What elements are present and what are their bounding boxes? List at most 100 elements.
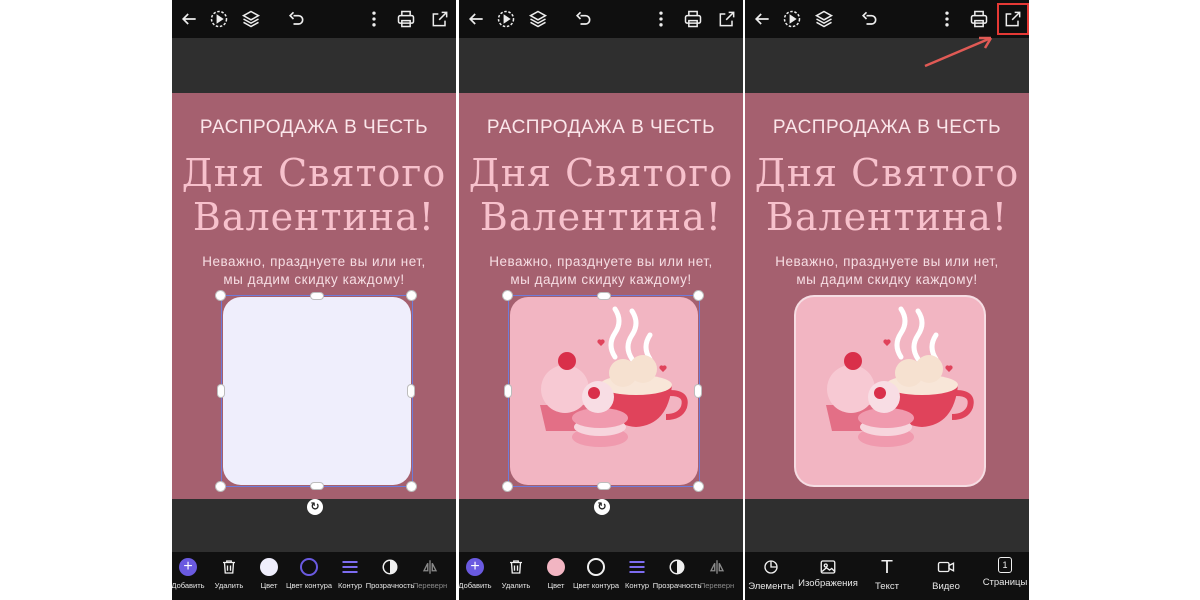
dessert-illustration [826, 306, 974, 447]
top-toolbar [459, 0, 743, 38]
design-canvas[interactable]: РАСПРОДАЖА В ЧЕСТЬ Дня Святого Валентина… [459, 93, 743, 499]
elements-button[interactable]: Элементы [747, 557, 795, 597]
subtitle-line-2: мы дадим скидку каждому! [510, 272, 692, 287]
resize-handle[interactable] [503, 482, 512, 491]
resize-handle[interactable] [311, 293, 323, 299]
dessert-image-frame[interactable] [510, 297, 698, 485]
outline-label: Контур [624, 581, 650, 590]
video-button[interactable]: Видео [922, 557, 970, 597]
resize-handle[interactable] [503, 291, 512, 300]
design-canvas[interactable]: РАСПРОДАЖА В ЧЕСТЬ Дня Святого Валентина… [172, 93, 456, 499]
flip-icon [420, 557, 440, 577]
subtitle-text[interactable]: Неважно, празднуете вы или нет, мы дадим… [172, 253, 456, 289]
resize-handle[interactable] [598, 483, 610, 489]
plus-icon: + [466, 558, 484, 576]
more-icon[interactable] [649, 7, 673, 31]
resize-handle[interactable] [216, 482, 225, 491]
undo-icon[interactable] [284, 7, 308, 31]
outline-color-swatch-icon [300, 558, 318, 576]
headline-line-2: Дня Святого [181, 151, 447, 195]
lines-icon [627, 557, 647, 577]
screen-panel-1: РАСПРОДАЖА В ЧЕСТЬ Дня Святого Валентина… [172, 0, 456, 600]
resize-handle[interactable] [216, 291, 225, 300]
resize-handle[interactable] [407, 482, 416, 491]
layers-icon[interactable] [239, 7, 263, 31]
images-button[interactable]: Изображения [798, 557, 858, 597]
share-icon[interactable] [428, 7, 452, 31]
video-camera-icon [936, 557, 956, 577]
pages-button[interactable]: 1 Страницы [981, 557, 1029, 597]
flip-label: Переверн [412, 581, 448, 590]
subtitle-line-1: Неважно, празднуете вы или нет, [489, 254, 713, 269]
flip-icon [707, 557, 727, 577]
back-arrow-icon[interactable] [464, 7, 488, 31]
subtitle-text[interactable]: Неважно, празднуете вы или нет, мы дадим… [459, 253, 743, 289]
headline-title[interactable]: Дня Святого Валентина! [459, 151, 743, 239]
layers-icon[interactable] [526, 7, 550, 31]
half-circle-icon [667, 557, 687, 577]
outline-label: Контур [337, 581, 363, 590]
print-icon[interactable] [681, 7, 705, 31]
edit-toolbar: + Добавить Удалить Цвет Цвет контура Кон… [459, 552, 743, 600]
color-swatch-icon [260, 558, 278, 576]
headline-line-1[interactable]: РАСПРОДАЖА В ЧЕСТЬ [172, 117, 456, 139]
resize-handle[interactable] [407, 291, 416, 300]
resize-handle[interactable] [408, 385, 414, 397]
play-icon[interactable] [494, 7, 518, 31]
subtitle-line-2: мы дадим скидку каждому! [796, 272, 978, 287]
more-icon[interactable] [362, 7, 386, 31]
dessert-image-frame[interactable] [796, 297, 984, 485]
screen-panel-3: РАСПРОДАЖА В ЧЕСТЬ Дня Святого Валентина… [745, 0, 1029, 600]
headline-line-3: Валентина! [479, 195, 723, 239]
print-icon[interactable] [967, 7, 991, 31]
play-icon[interactable] [780, 7, 804, 31]
headline-line-2: Дня Святого [468, 151, 734, 195]
undo-icon[interactable] [857, 7, 881, 31]
headline-title[interactable]: Дня Святого Валентина! [172, 151, 456, 239]
share-icon[interactable] [997, 3, 1029, 35]
undo-icon[interactable] [571, 7, 595, 31]
text-button[interactable]: T Текст [863, 557, 911, 597]
pages-label: Страницы [982, 577, 1028, 588]
edit-toolbar: + Добавить Удалить Цвет Цвет контура Кон… [172, 552, 456, 600]
flip-button[interactable]: Переверн [406, 557, 454, 597]
text-label: Текст [875, 581, 899, 592]
pointer-arrow-icon [924, 36, 993, 68]
play-icon[interactable] [207, 7, 231, 31]
flip-label: Переверн [699, 581, 735, 590]
resize-handle[interactable] [505, 385, 511, 397]
subtitle-line-1: Неважно, празднуете вы или нет, [775, 254, 999, 269]
shapes-icon [761, 557, 781, 577]
image-placeholder-frame[interactable] [223, 297, 411, 485]
back-arrow-icon[interactable] [177, 7, 201, 31]
trash-icon [506, 557, 526, 577]
rotate-handle-icon[interactable]: ↻ [594, 499, 610, 515]
headline-line-1[interactable]: РАСПРОДАЖА В ЧЕСТЬ [745, 117, 1029, 139]
resize-handle[interactable] [695, 385, 701, 397]
resize-handle[interactable] [218, 385, 224, 397]
headline-line-1[interactable]: РАСПРОДАЖА В ЧЕСТЬ [459, 117, 743, 139]
rotate-handle-icon[interactable]: ↻ [307, 499, 323, 515]
plus-icon: + [179, 558, 197, 576]
screen-panel-2: РАСПРОДАЖА В ЧЕСТЬ Дня Святого Валентина… [459, 0, 743, 600]
top-toolbar [172, 0, 456, 38]
subtitle-line-1: Неважно, празднуете вы или нет, [202, 254, 426, 269]
delete-label: Удалить [214, 581, 244, 590]
resize-handle[interactable] [598, 293, 610, 299]
back-arrow-icon[interactable] [750, 7, 774, 31]
half-circle-icon [380, 557, 400, 577]
print-icon[interactable] [394, 7, 418, 31]
resize-handle[interactable] [694, 482, 703, 491]
layers-icon[interactable] [812, 7, 836, 31]
share-icon[interactable] [715, 7, 739, 31]
resize-handle[interactable] [694, 291, 703, 300]
add-label: Добавить [172, 581, 205, 590]
text-icon: T [881, 556, 893, 578]
headline-title[interactable]: Дня Святого Валентина! [745, 151, 1029, 239]
more-icon[interactable] [935, 7, 959, 31]
subtitle-text[interactable]: Неважно, празднуете вы или нет, мы дадим… [745, 253, 1029, 289]
resize-handle[interactable] [311, 483, 323, 489]
flip-button[interactable]: Переверн [693, 557, 741, 597]
design-canvas[interactable]: РАСПРОДАЖА В ЧЕСТЬ Дня Святого Валентина… [745, 93, 1029, 499]
image-icon [818, 557, 838, 577]
